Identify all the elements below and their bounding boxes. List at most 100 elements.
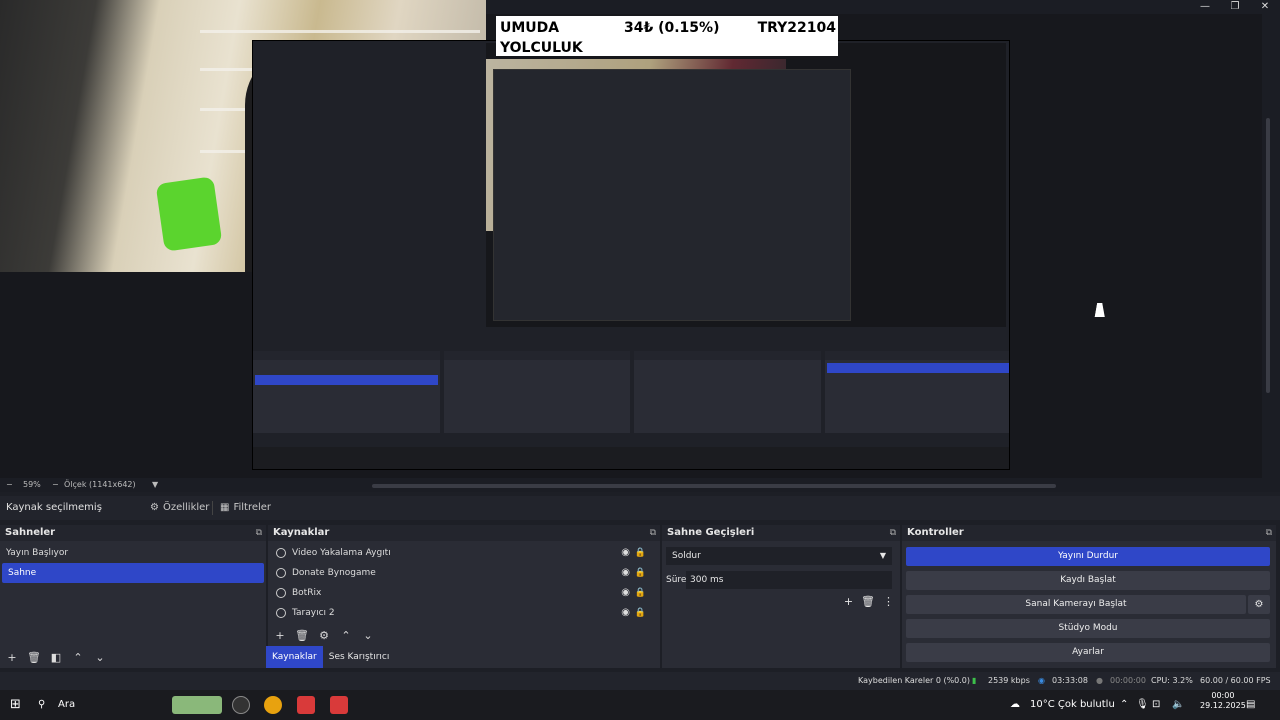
move-up-button[interactable]: ⌃ [70, 651, 86, 664]
visibility-eye-icon[interactable]: ◉ [621, 583, 630, 603]
duration-label: Süre [666, 575, 687, 585]
lock-icon[interactable]: 🔒 [635, 563, 646, 583]
visibility-eye-icon[interactable]: ◉ [621, 603, 630, 623]
scene-item-selected[interactable]: Sahne [2, 563, 264, 583]
toolbar-divider [212, 501, 213, 515]
app-icon[interactable] [330, 696, 348, 714]
no-source-selected-label: Kaynak seçilmemiş [6, 502, 102, 513]
add-scene-button[interactable]: + [4, 651, 20, 664]
obs-app-icon[interactable] [232, 696, 250, 714]
source-item[interactable]: Video Yakalama Aygıtı ◉ 🔒 [268, 543, 660, 563]
camera-icon [276, 548, 286, 558]
weather-text[interactable]: 10°C Çok bulutlu [1030, 696, 1115, 714]
zoom-out-button[interactable]: − [6, 480, 13, 489]
scale-label: Ölçek (1141x642) [64, 480, 136, 489]
scene-filters-button[interactable]: ◧ [48, 651, 64, 664]
controls-dock: Kontroller ⧉ Yayını Durdur Kaydı Başlat … [902, 525, 1276, 668]
dock-float-icon[interactable]: ⧉ [650, 525, 656, 541]
fps: 60.00 / 60.00 FPS [1200, 676, 1271, 685]
globe-icon [276, 588, 286, 598]
visibility-eye-icon[interactable]: ◉ [621, 543, 630, 563]
tray-chevron-icon[interactable]: ⌃ [1120, 696, 1128, 714]
move-up-button[interactable]: ⌃ [338, 629, 354, 642]
studio-mode-button[interactable]: Stüdyo Modu [906, 619, 1270, 638]
transition-menu-button[interactable]: ⋮ [883, 595, 894, 608]
gear-icon: ⚙ [150, 502, 159, 513]
signal-icon: ▮ [972, 676, 977, 685]
remove-source-button[interactable]: 🗑 [294, 629, 310, 642]
scenes-toolbar: + 🗑 ◧ ⌃ ⌄ [4, 651, 108, 664]
cpu-usage: CPU: 3.2% [1151, 676, 1193, 685]
weather-widget-icon[interactable] [172, 696, 222, 714]
add-source-button[interactable]: + [272, 629, 288, 642]
remove-transition-button[interactable]: 🗑 [861, 595, 875, 608]
lock-icon[interactable]: 🔒 [635, 583, 646, 603]
search-icon[interactable]: ⚲ [38, 696, 45, 714]
visibility-eye-icon[interactable]: ◉ [621, 563, 630, 583]
dropped-frames: Kaybedilen Kareler 0 (%0.0) [858, 676, 971, 685]
obs-window: UMUDA YOLCULUK 34₺ (0.15%) TRY22104 — ❐ … [0, 0, 1280, 720]
duration-input[interactable]: 300 ms [686, 571, 892, 589]
zoom-in-button[interactable]: − [52, 480, 59, 489]
source-item[interactable]: BotRix ◉ 🔒 [268, 583, 660, 603]
move-down-button[interactable]: ⌄ [92, 651, 108, 664]
preview-vertical-scrollbar[interactable] [1266, 118, 1270, 393]
zoom-level: 59% [23, 480, 41, 489]
sources-toolbar: + 🗑 ⚙ ⌃ ⌄ [272, 629, 376, 642]
filters-button[interactable]: ▦ Filtreler [220, 500, 271, 516]
speaker-icon[interactable]: 🔈 [1172, 696, 1184, 714]
transitions-title: Sahne Geçişleri ⧉ [662, 525, 900, 541]
network-icon[interactable]: ⊡ [1152, 696, 1160, 714]
record-time: 00:00:00 [1110, 676, 1146, 685]
source-item[interactable]: Tarayıcı 2 ◉ 🔒 [268, 603, 660, 623]
nested-obs-capture [252, 40, 1010, 470]
stream-time: 03:33:08 [1052, 676, 1088, 685]
notification-icon[interactable]: ▤ [1246, 696, 1255, 714]
microphone-icon[interactable]: 🎙 [1136, 696, 1149, 714]
properties-button[interactable]: ⚙ Özellikler [150, 500, 209, 516]
tab-sources[interactable]: Kaynaklar [266, 646, 323, 668]
transition-select[interactable]: Soldur ▼ [666, 547, 892, 565]
globe-icon [276, 608, 286, 618]
filter-icon: ▦ [220, 502, 230, 513]
start-recording-button[interactable]: Kaydı Başlat [906, 571, 1270, 590]
dock-float-icon[interactable]: ⧉ [890, 525, 896, 541]
source-properties-button[interactable]: ⚙ [316, 629, 332, 642]
sources-tabs: Kaynaklar Ses Karıştırıcı [266, 646, 395, 668]
preview-horizontal-scrollbar[interactable] [372, 484, 1056, 488]
transitions-toolbar: + 🗑 ⋮ [844, 595, 894, 608]
settings-button[interactable]: Ayarlar [906, 643, 1270, 662]
cloud-icon: ☁ [1010, 699, 1020, 710]
taskbar-search[interactable]: Ara [58, 696, 75, 714]
lock-icon[interactable]: 🔒 [635, 543, 646, 563]
remove-scene-button[interactable]: 🗑 [26, 651, 42, 664]
goal-name: UMUDA YOLCULUK [500, 20, 583, 56]
add-transition-button[interactable]: + [844, 595, 853, 608]
status-bar: Kaybedilen Kareler 0 (%0.0) ▮ 2539 kbps … [0, 672, 1280, 690]
dock-float-icon[interactable]: ⧉ [1266, 525, 1272, 541]
scale-dropdown-icon[interactable]: ▼ [152, 480, 158, 489]
move-down-button[interactable]: ⌄ [360, 629, 376, 642]
taskbar-clock[interactable]: 00:00 29.12.2025 [1200, 691, 1246, 710]
sources-title: Kaynaklar ⧉ [268, 525, 660, 541]
tab-audio-mixer[interactable]: Ses Karıştırıcı [323, 646, 396, 668]
minimize-button[interactable]: — [1190, 0, 1220, 14]
start-virtual-camera-button[interactable]: Sanal Kamerayı Başlat [906, 595, 1246, 614]
green-object [155, 176, 223, 252]
bitrate: 2539 kbps [988, 676, 1030, 685]
stop-stream-button[interactable]: Yayını Durdur [906, 547, 1270, 566]
goal-change: 34₺ (0.15%) [624, 20, 720, 36]
chrome-app-icon[interactable] [264, 696, 282, 714]
app-icon[interactable] [297, 696, 315, 714]
scene-item[interactable]: Yayın Başlıyor [0, 543, 266, 563]
clock-date: 29.12.2025 [1200, 701, 1246, 710]
source-item[interactable]: Donate Bynogame ◉ 🔒 [268, 563, 660, 583]
virtual-camera-settings-gear-icon[interactable]: ⚙ [1248, 595, 1270, 614]
windows-start-icon[interactable]: ⊞ [10, 696, 21, 714]
preview-area[interactable]: UMUDA YOLCULUK 34₺ (0.15%) TRY22104 [0, 0, 1280, 478]
lock-icon[interactable]: 🔒 [635, 603, 646, 623]
close-button[interactable]: ✕ [1250, 0, 1280, 14]
maximize-button[interactable]: ❐ [1220, 0, 1250, 14]
dock-float-icon[interactable]: ⧉ [256, 525, 262, 541]
chevron-down-icon: ▼ [879, 551, 886, 560]
